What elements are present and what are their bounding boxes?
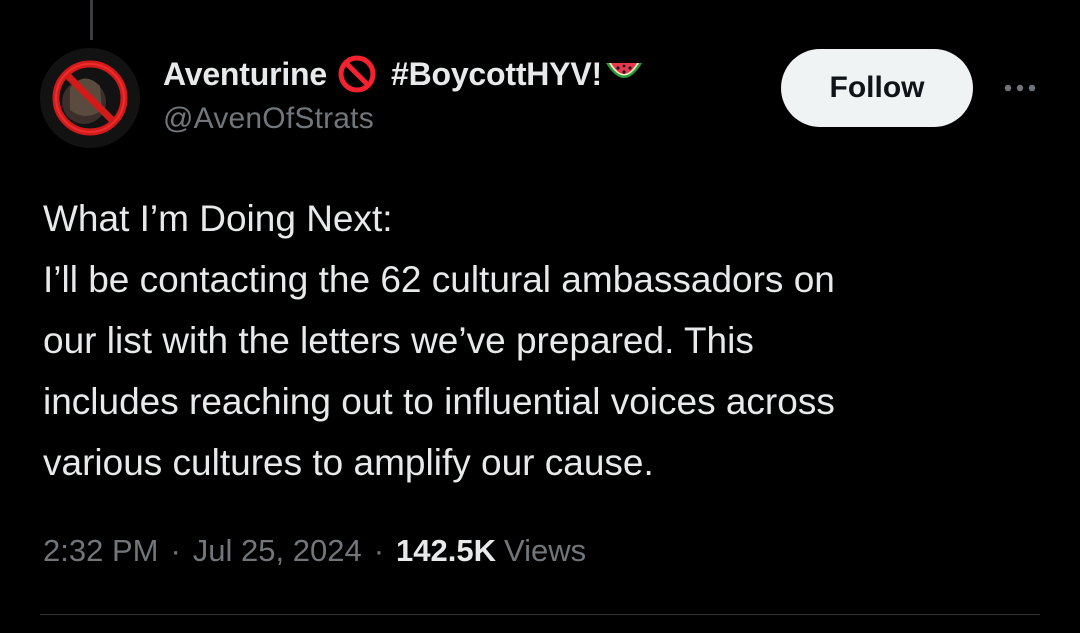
tweet-text-line: I’ll be contacting the 62 cultural ambas… <box>43 259 835 300</box>
hashtag-text: #BoycottHYV! <box>390 55 602 92</box>
tweet-time[interactable]: 2:32 PM <box>43 533 158 569</box>
tweet-header: Aventurine #BoycottHYV! @AvenOfStrats <box>163 52 644 152</box>
tweet-date[interactable]: Jul 25, 2024 <box>193 533 362 569</box>
tweet-text-line: various cultures to amplify our cause. <box>43 442 654 483</box>
follow-button[interactable]: Follow <box>781 49 973 127</box>
user-handle[interactable]: @AvenOfStrats <box>163 102 644 136</box>
name-row: Aventurine #BoycottHYV! <box>163 52 644 96</box>
more-options-icon[interactable] <box>995 70 1045 106</box>
separator-dot: · <box>170 533 181 568</box>
no-entry-icon <box>337 54 377 94</box>
display-name[interactable]: Aventurine <box>163 56 327 93</box>
views-count[interactable]: 142.5K <box>396 533 496 569</box>
tweet-text-line: What I’m Doing Next: <box>43 198 393 239</box>
avatar[interactable] <box>40 48 140 148</box>
separator-dot: · <box>373 533 385 568</box>
views-label: Views <box>504 533 587 568</box>
tweet-body: What I’m Doing Next: I’ll be contacting … <box>43 188 1033 493</box>
divider <box>40 614 1040 615</box>
tweet-metadata: 2:32 PM · Jul 25, 2024 · 142.5K Views <box>43 526 586 576</box>
avatar-image <box>42 50 138 146</box>
watermelon-icon <box>604 57 644 91</box>
tweet-text-line: includes reaching out to influential voi… <box>43 381 835 422</box>
tweet-text-line: our list with the letters we’ve prepared… <box>43 320 754 361</box>
thread-connector-line <box>90 0 93 40</box>
